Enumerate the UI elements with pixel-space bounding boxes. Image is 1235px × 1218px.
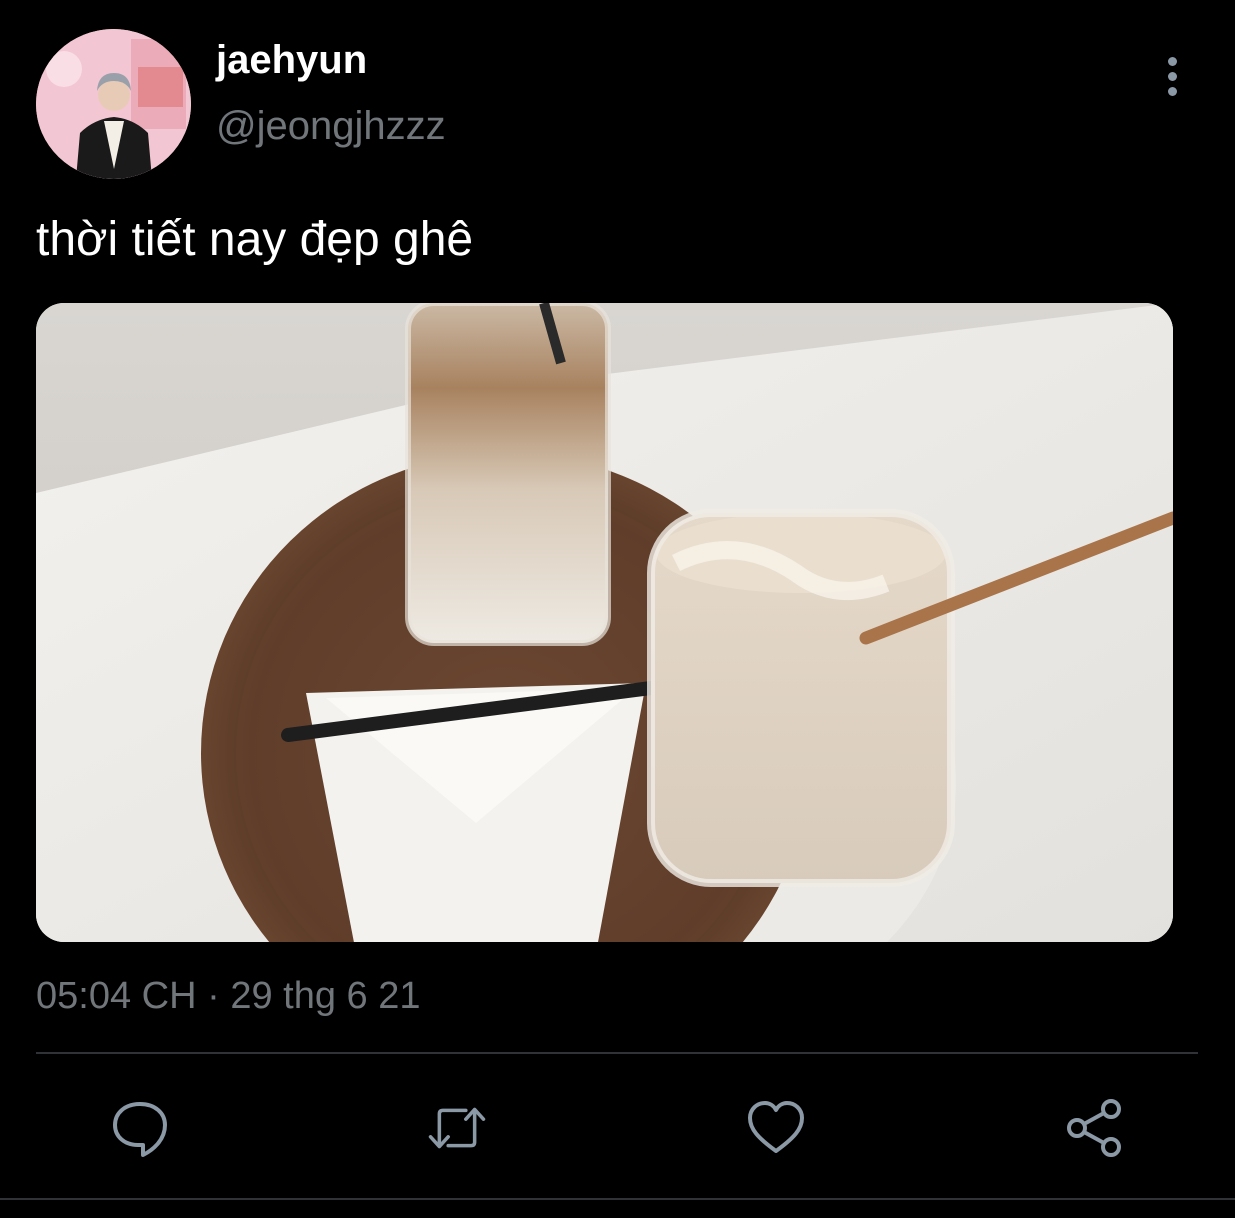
tweet-photo[interactable] <box>36 303 1173 942</box>
meta-separator: · <box>207 975 220 1017</box>
divider <box>36 1052 1198 1054</box>
speech-bubble-icon <box>113 1102 167 1157</box>
retweet-button[interactable] <box>427 1098 487 1158</box>
heart-icon <box>748 1101 804 1153</box>
tweet-meta: 05:04 CH · 29 thg 6 21 <box>36 975 421 1018</box>
reply-button[interactable] <box>110 1098 170 1158</box>
tweet-date[interactable]: 29 thg 6 21 <box>230 975 420 1017</box>
display-name[interactable]: jaehyun <box>216 38 367 83</box>
share-icon <box>1067 1099 1121 1157</box>
like-button[interactable] <box>746 1098 806 1158</box>
tweet-text: thời tiết nay đẹp ghê <box>36 213 474 266</box>
more-options-icon[interactable] <box>1150 52 1194 100</box>
tweet-time[interactable]: 05:04 CH <box>36 975 197 1017</box>
avatar[interactable] <box>36 29 191 179</box>
divider-bottom <box>0 1198 1235 1200</box>
share-button[interactable] <box>1064 1098 1124 1158</box>
retweet-icon <box>428 1107 486 1149</box>
handle[interactable]: @jeongjhzzz <box>216 104 446 149</box>
